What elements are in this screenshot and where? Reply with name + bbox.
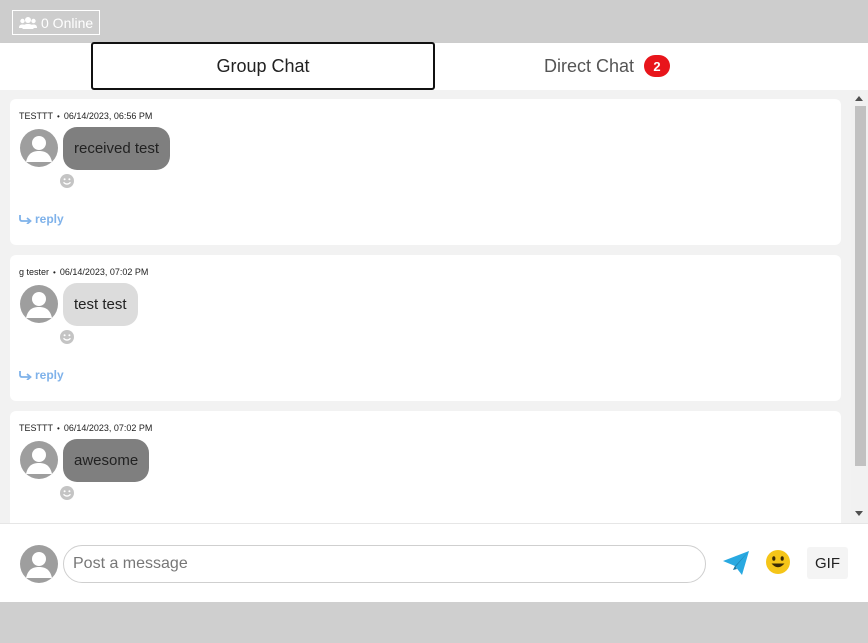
message-bubble: received test — [63, 127, 171, 170]
message-text: awesome — [74, 452, 139, 469]
avatar — [20, 441, 58, 479]
online-count-badge: 0 Online — [12, 10, 101, 35]
meta-separator: • — [57, 111, 60, 121]
message-composer: GIF — [0, 523, 868, 602]
message-author: g tester — [19, 267, 50, 277]
scrollbar-thumb[interactable] — [855, 106, 866, 466]
paper-plane-icon[interactable] — [722, 549, 750, 577]
meta-separator: • — [53, 267, 56, 277]
message-card: TESTTT • 06/14/2023, 06:56 PM received t… — [10, 99, 841, 245]
scrollbar[interactable] — [851, 90, 868, 523]
users-icon — [19, 16, 37, 29]
unread-count-badge: 2 — [644, 55, 671, 77]
avatar — [20, 129, 58, 167]
chat-tabs: Group Chat Direct Chat 2 — [0, 42, 868, 90]
current-user-avatar — [20, 545, 58, 583]
message-timestamp: 06/14/2023, 07:02 PM — [63, 423, 153, 433]
smiley-icon[interactable] — [764, 548, 792, 576]
reply-arrow-icon — [19, 371, 32, 380]
top-bar: 0 Online — [0, 0, 868, 43]
add-reaction-icon[interactable] — [59, 485, 75, 501]
message-bubble: test test — [63, 283, 138, 326]
message-meta: TESTTT • 06/14/2023, 07:02 PM — [19, 423, 152, 433]
message-bubble: awesome — [63, 439, 150, 482]
tab-direct-chat[interactable]: Direct Chat 2 — [435, 43, 779, 89]
add-reaction-icon[interactable] — [59, 173, 75, 189]
message-list[interactable]: TESTTT • 06/14/2023, 06:56 PM received t… — [0, 90, 868, 523]
message-timestamp: 06/14/2023, 07:02 PM — [59, 267, 149, 277]
message-author: TESTTT — [19, 423, 53, 433]
footer-band — [0, 602, 868, 643]
message-card: g tester • 06/14/2023, 07:02 PM test tes… — [10, 255, 841, 401]
reply-arrow-icon — [19, 215, 32, 224]
tab-direct-chat-label: Direct Chat — [543, 55, 635, 76]
message-text: received test — [74, 140, 160, 157]
add-reaction-icon[interactable] — [59, 329, 75, 345]
online-count-label: 0 Online — [41, 14, 94, 31]
message-author: TESTTT — [19, 111, 53, 121]
message-text: test test — [74, 296, 127, 313]
message-card: TESTTT • 06/14/2023, 07:02 PM awesome re… — [10, 411, 841, 523]
default-avatar-icon — [26, 552, 52, 578]
reply-label: reply — [35, 368, 64, 382]
scroll-down-arrow-icon[interactable] — [855, 511, 863, 516]
message-timestamp: 06/14/2023, 06:56 PM — [63, 111, 153, 121]
avatar — [20, 285, 58, 323]
tab-group-chat[interactable]: Group Chat — [91, 42, 435, 90]
default-avatar-icon — [26, 292, 52, 318]
reply-label: reply — [35, 212, 64, 226]
gif-button[interactable]: GIF — [807, 547, 848, 579]
meta-separator: • — [57, 423, 60, 433]
reply-link[interactable]: reply — [19, 212, 64, 226]
reply-link[interactable]: reply — [19, 368, 64, 382]
message-meta: g tester • 06/14/2023, 07:02 PM — [19, 267, 148, 277]
default-avatar-icon — [26, 136, 52, 162]
message-meta: TESTTT • 06/14/2023, 06:56 PM — [19, 111, 152, 121]
default-avatar-icon — [26, 448, 52, 474]
gif-button-label: GIF — [815, 554, 840, 572]
tab-group-chat-label: Group Chat — [216, 55, 310, 76]
message-input[interactable] — [63, 545, 706, 583]
scroll-up-arrow-icon[interactable] — [855, 96, 863, 101]
